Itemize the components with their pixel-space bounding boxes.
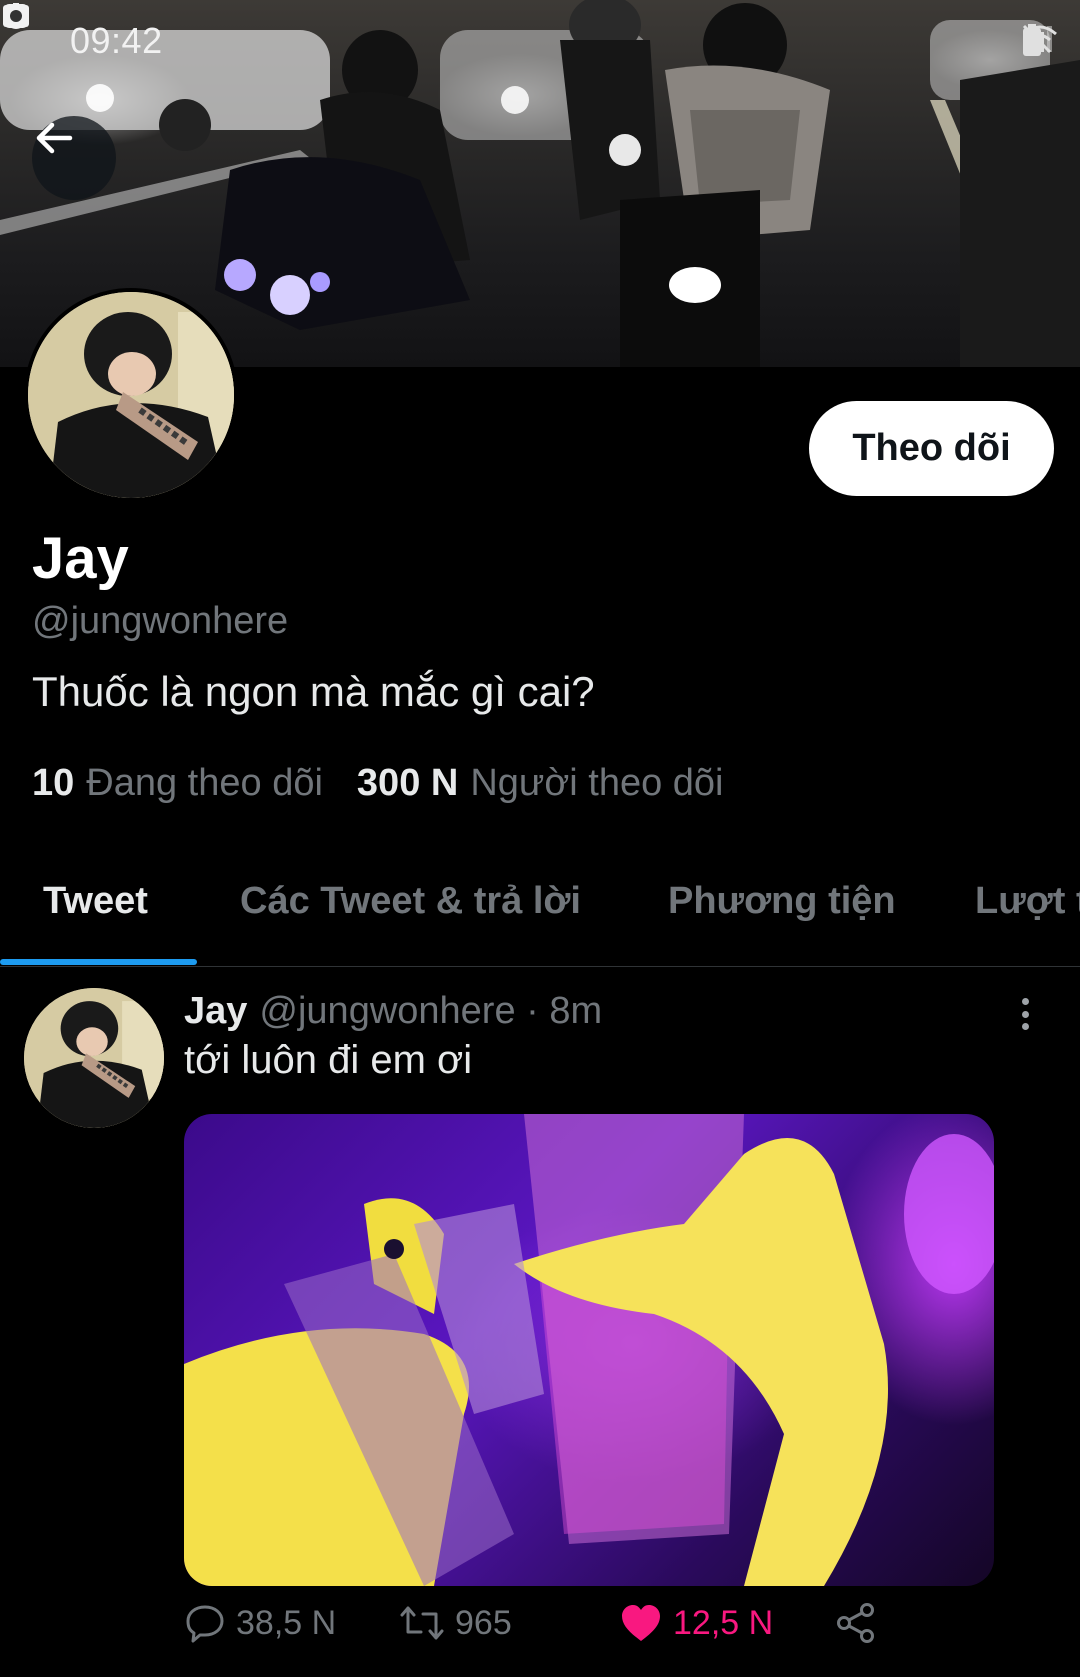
following-stat[interactable]: 10 Đang theo dõi xyxy=(32,762,357,805)
tab-media[interactable]: Phương tiện xyxy=(668,880,896,923)
profile-handle: @jungwonhere xyxy=(32,600,289,642)
tab-tweets-and-replies[interactable]: Các Tweet & trả lời xyxy=(240,880,581,923)
tweet-media[interactable] xyxy=(184,1114,994,1586)
profile-display-name: Jay xyxy=(32,526,129,591)
following-count: 10 xyxy=(32,762,75,804)
profile-screen: 09:42 Theo dõi Jay @jungwonhere Thuốc là… xyxy=(0,0,1080,1677)
battery-icon xyxy=(1023,24,1041,56)
like-button[interactable]: 12,5 N xyxy=(619,1602,773,1644)
tweet-separator: · xyxy=(526,990,539,1032)
status-bar: 09:42 xyxy=(0,0,1080,82)
profile-avatar[interactable] xyxy=(24,288,238,502)
profile-tabs: Tweet Các Tweet & trả lời Phương tiện Lư… xyxy=(0,870,1080,968)
share-icon xyxy=(837,1603,874,1643)
active-tab-indicator xyxy=(0,959,197,965)
profile-stats: 10 Đang theo dõi 300 N Người theo dõi xyxy=(32,762,758,805)
reply-icon xyxy=(186,1605,224,1643)
followers-stat[interactable]: 300 N Người theo dõi xyxy=(357,762,758,805)
profile-bio: Thuốc là ngon mà mắc gì cai? xyxy=(32,668,595,715)
retweet-icon xyxy=(400,1606,444,1640)
tabs-divider xyxy=(0,966,1080,967)
heart-icon xyxy=(622,1605,660,1641)
like-count: 12,5 N xyxy=(673,1603,774,1642)
tweet-avatar[interactable] xyxy=(24,988,164,1128)
following-label: Đang theo dõi xyxy=(86,762,323,804)
record-icon xyxy=(4,4,28,28)
status-time: 09:42 xyxy=(70,20,163,61)
share-button[interactable] xyxy=(834,1602,888,1644)
retweet-count: 965 xyxy=(455,1603,512,1642)
avatar-image xyxy=(28,292,234,498)
followers-count: 300 N xyxy=(356,762,459,804)
tweet-actions: 38,5 N 965 12,5 N xyxy=(184,1602,904,1662)
tweet-timestamp[interactable]: 8m xyxy=(549,990,602,1032)
back-button[interactable] xyxy=(32,116,116,200)
more-vertical-icon[interactable] xyxy=(1010,994,1040,1034)
tab-tweets[interactable]: Tweet xyxy=(43,880,148,923)
tab-likes[interactable]: Lượt t xyxy=(975,880,1080,923)
reply-button[interactable]: 38,5 N xyxy=(184,1602,336,1644)
tweet-text: tới luôn đi em ơi xyxy=(184,1038,473,1082)
tweet-author-name[interactable]: Jay xyxy=(184,990,247,1032)
followers-label: Người theo dõi xyxy=(470,762,724,804)
tweet-header: Jay @jungwonhere · 8m xyxy=(184,990,602,1033)
back-arrow-icon xyxy=(36,122,73,154)
tweet-avatar-image xyxy=(24,988,164,1128)
retweet-button[interactable]: 965 xyxy=(399,1602,512,1644)
tweet-author-handle[interactable]: @jungwonhere xyxy=(259,990,515,1032)
tweet-photo xyxy=(184,1114,994,1586)
follow-button[interactable]: Theo dõi xyxy=(809,401,1054,496)
reply-count: 38,5 N xyxy=(236,1603,337,1642)
